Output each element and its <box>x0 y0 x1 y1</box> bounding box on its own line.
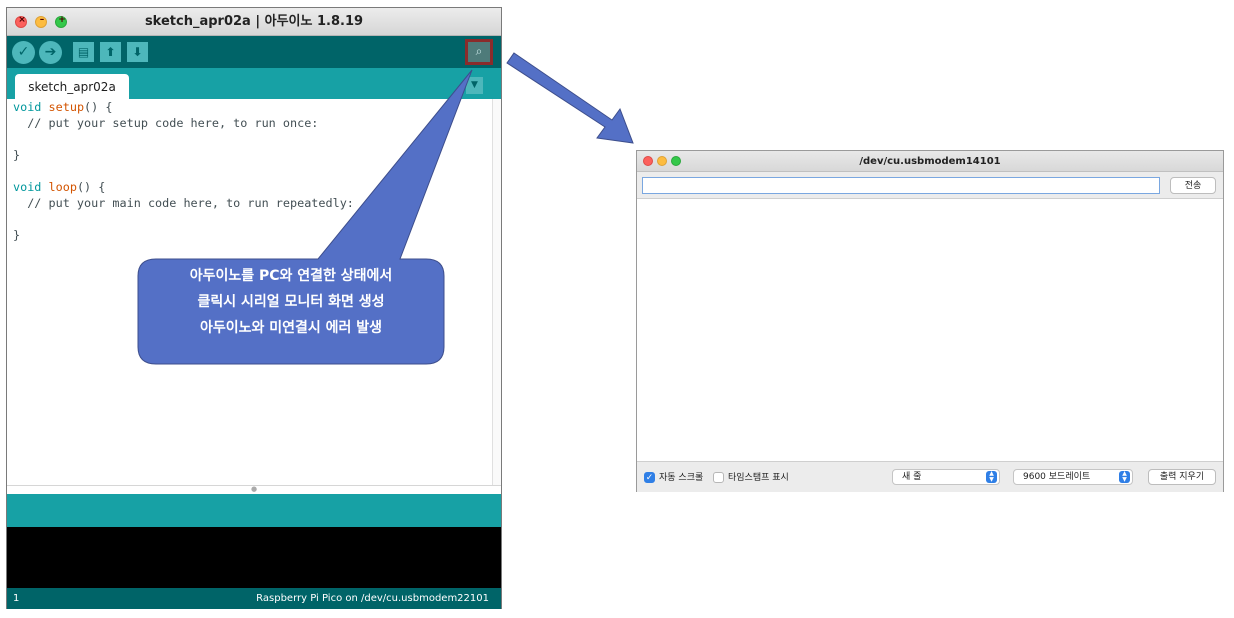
tab-sketch[interactable]: sketch_apr02a <box>15 74 129 99</box>
serial-output <box>637 199 1223 461</box>
send-button[interactable]: 전송 <box>1170 177 1216 194</box>
line-number: 1 <box>13 593 20 604</box>
editor-scrollbar[interactable] <box>492 99 501 485</box>
arrow-right-icon: ➔ <box>44 44 57 60</box>
callout-text: 아두이노를 PC와 연결한 상태에서 클릭시 시리얼 모니터 화면 생성 아두이… <box>138 263 444 363</box>
document-icon: ▤ <box>77 45 90 59</box>
editor-splitter[interactable]: ● <box>7 485 501 493</box>
ide-toolbar: ✓ ➔ ▤ ⬆ ⬇ ⌕ <box>7 36 501 68</box>
callout-line: 클릭시 시리얼 모니터 화면 생성 <box>197 294 385 310</box>
new-sketch-button[interactable]: ▤ <box>73 42 94 62</box>
arrow-down-icon: ⬇ <box>132 45 143 59</box>
code-line: void setup() { <box>13 99 492 115</box>
clear-output-button[interactable]: 출력 지우기 <box>1148 469 1216 485</box>
autoscroll-label: 자동 스크롤 <box>659 473 704 483</box>
window-title: sketch_apr02a | 아두이노 1.8.19 <box>144 14 364 29</box>
updown-chevron-icon: ▲ ▼ <box>1119 471 1130 483</box>
status-bar: 1 Raspberry Pi Pico on /dev/cu.usbmodem2… <box>7 588 501 609</box>
tab-menu-button[interactable]: ▼ <box>466 77 483 94</box>
code-function: loop <box>48 180 77 194</box>
code-line: void loop() { <box>13 179 492 195</box>
serial-monitor-button[interactable]: ⌕ <box>465 39 493 65</box>
pointer-arrow <box>506 52 634 144</box>
timestamp-label: 타임스탬프 표시 <box>728 473 789 483</box>
autoscroll-checkbox[interactable]: ✓ <box>644 472 655 483</box>
line-ending-value: 새 줄 <box>902 472 922 482</box>
ide-titlebar: × – + sketch_apr02a | 아두이노 1.8.19 <box>7 8 501 36</box>
board-port-info: Raspberry Pi Pico on /dev/cu.usbmodem221… <box>256 593 489 604</box>
ide-tabbar: sketch_apr02a ▼ <box>7 68 501 99</box>
updown-chevron-icon: ▲ ▼ <box>986 471 997 483</box>
code-text: () { <box>76 180 106 194</box>
check-icon: ✓ <box>17 44 30 60</box>
magnifier-icon: ⌕ <box>475 44 483 58</box>
checkmark-icon: ✓ <box>645 473 654 483</box>
code-keyword: void <box>13 180 42 194</box>
send-row: 전송 <box>637 172 1223 199</box>
upload-button[interactable]: ➔ <box>39 41 62 64</box>
code-line: // put your setup code here, to run once… <box>13 116 319 130</box>
message-area <box>7 494 501 527</box>
timestamp-checkbox[interactable] <box>713 472 724 483</box>
serial-input[interactable] <box>642 177 1160 194</box>
code-line: } <box>13 228 21 242</box>
code-line: // put your main code here, to run repea… <box>13 196 354 210</box>
callout-line: 아두이노를 PC와 연결한 상태에서 <box>189 268 393 284</box>
serial-monitor-title: /dev/cu.usbmodem14101 <box>859 156 1001 167</box>
serial-monitor-titlebar: /dev/cu.usbmodem14101 <box>637 151 1223 172</box>
code-line: } <box>13 148 21 162</box>
console-output <box>7 527 501 588</box>
baud-rate-value: 9600 보드레이트 <box>1023 472 1091 482</box>
callout-line: 아두이노와 미연결시 에러 발생 <box>199 320 383 336</box>
line-ending-select[interactable]: 새 줄 ▲ ▼ <box>892 469 1000 485</box>
serial-monitor-footer: ✓ 자동 스크롤 타임스탬프 표시 새 줄 ▲ ▼ 9600 보드레이트 ▲ ▼ 출… <box>637 461 1223 492</box>
code-text: () { <box>84 100 113 114</box>
open-sketch-button[interactable]: ⬆ <box>100 42 121 62</box>
code-keyword: void <box>13 100 42 114</box>
triangle-down-icon: ▼ <box>471 80 478 90</box>
baud-rate-select[interactable]: 9600 보드레이트 ▲ ▼ <box>1013 469 1133 485</box>
serial-monitor-window: /dev/cu.usbmodem14101 전송 ✓ 자동 스크롤 타임스탬프 … <box>636 150 1224 492</box>
code-function: setup <box>48 100 85 114</box>
arrow-up-icon: ⬆ <box>105 45 116 59</box>
verify-button[interactable]: ✓ <box>12 41 35 64</box>
save-sketch-button[interactable]: ⬇ <box>127 42 148 62</box>
